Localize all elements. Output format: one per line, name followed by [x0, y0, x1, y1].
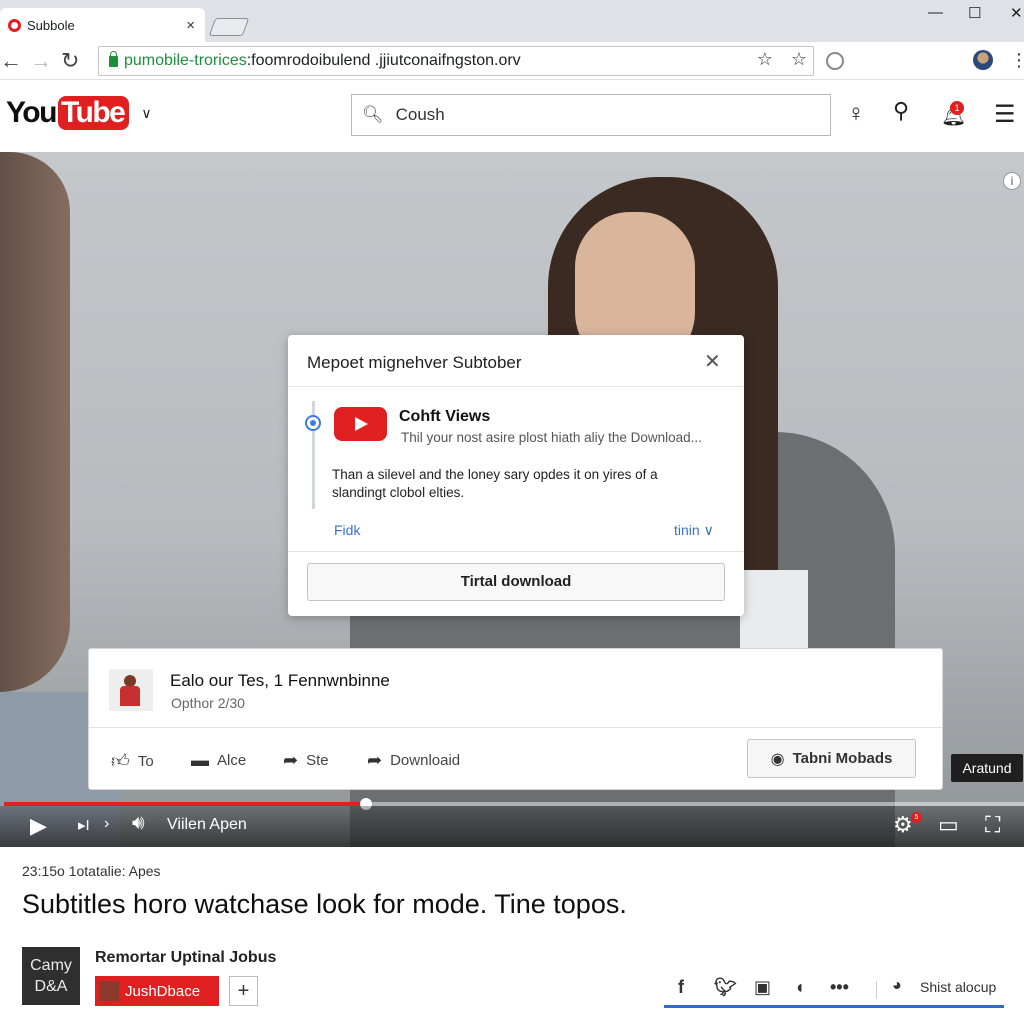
share-icon: ➦	[283, 750, 299, 770]
player-caption-text: Viilen Apen	[167, 816, 247, 833]
chevron-right-icon[interactable]: ›	[104, 815, 109, 833]
download-action[interactable]: ➦ Downloaid	[367, 750, 460, 771]
share-divider	[876, 981, 877, 999]
search-button-icon[interactable]: ⚲	[893, 98, 909, 124]
card-action-button[interactable]: ◉ Tabni Mobads	[747, 739, 916, 778]
tab-close-icon[interactable]: ×	[186, 17, 195, 34]
url-path: :foomrodoibulend .jjiutconaifngston.orv	[246, 52, 521, 69]
star-bookmark-icon[interactable]: ☆	[757, 49, 773, 70]
comment-icon: ▬	[191, 750, 209, 770]
download-icon: ➦	[367, 750, 383, 770]
dialog-body-text: Than a silevel and the loney sary opdes …	[332, 467, 658, 500]
share-text[interactable]: Shist alocup	[920, 979, 996, 995]
address-bar[interactable]: pumobile-trorices :foomrodoibulend .jjiu…	[98, 46, 814, 76]
card-subtitle: Opthor 2/30	[171, 695, 245, 711]
window-maximize-button[interactable]: ☐	[968, 4, 981, 22]
card-button-label: Tabni Mobads	[792, 750, 893, 767]
profile-avatar[interactable]	[973, 50, 993, 70]
twitter-icon[interactable]: 🐦︎	[714, 977, 737, 998]
channel-avatar-line1: Camy	[30, 957, 72, 974]
volume-icon[interactable]: 🔊︎	[132, 812, 145, 835]
dialog-link-right[interactable]: tinin ∨	[674, 522, 714, 539]
new-tab-button[interactable]	[208, 18, 250, 36]
dialog-heading: Cohft Views	[399, 408, 491, 425]
share-label: Ste	[306, 752, 329, 769]
video-meta: 23:15o 1otatalie: Apes	[22, 863, 161, 879]
next-icon[interactable]: ▸I	[78, 816, 90, 834]
player-controls-bar	[0, 806, 1024, 847]
comment-action[interactable]: ▬ Alce	[191, 750, 246, 771]
settings-badge: 5	[911, 812, 922, 823]
channel-name[interactable]: Remortar Uptinal Jobus	[95, 949, 276, 967]
channel-avatar[interactable]: Camy D&A	[22, 947, 80, 1005]
secure-lock-icon	[109, 50, 118, 67]
microphone-icon[interactable]: ♀	[847, 100, 865, 128]
facebook-icon[interactable]: f	[678, 977, 684, 998]
browser-menu-icon[interactable]: ⋮	[1010, 50, 1024, 71]
play-icon[interactable]: ▶	[30, 813, 47, 839]
search-input[interactable]	[395, 105, 796, 125]
subscribe-thumbnail	[99, 981, 119, 1001]
dialog-step-radio[interactable]	[305, 415, 321, 431]
reload-icon[interactable]: ↻	[61, 46, 79, 76]
like-action[interactable]: 👍︎ To	[111, 750, 154, 772]
info-icon[interactable]: i	[1003, 172, 1021, 190]
download-label: Downloaid	[390, 752, 461, 769]
bookmark-icon[interactable]: ◖	[794, 977, 805, 998]
thumbs-up-icon: 👍︎	[111, 751, 130, 771]
youtube-logo[interactable]: You Tube ∨	[6, 96, 152, 130]
location-pin-icon: ◉	[770, 750, 785, 768]
share-action[interactable]: ➦ Ste	[283, 750, 329, 771]
dialog-divider	[288, 386, 744, 387]
fullscreen-icon[interactable]: ⛶	[985, 812, 1000, 838]
like-label: To	[137, 752, 154, 770]
tab-title: Subbole	[27, 17, 75, 33]
video-title: Subtitles horo watchase look for mode. T…	[22, 889, 627, 919]
browser-tab-strip: Subbole × — ☐ ✕	[0, 0, 1024, 42]
download-dialog: Mepoet mignehver Subtober ✕ Cohft Views …	[288, 335, 744, 616]
window-close-button[interactable]: ✕	[1010, 4, 1023, 22]
download-button[interactable]: Tirtal download	[307, 563, 725, 601]
star-outline-icon[interactable]: ☆	[791, 49, 807, 70]
dialog-title: Mepoet mignehver Subtober	[307, 353, 522, 372]
forward-arrow-icon[interactable]: →	[30, 46, 52, 76]
logo-tube-text: Tube	[57, 96, 130, 130]
theater-mode-icon[interactable]: ▭	[938, 812, 959, 838]
notification-badge: 1	[950, 101, 964, 115]
clip-icon[interactable]: ◕	[892, 977, 902, 995]
extension-globe-icon[interactable]	[826, 52, 844, 70]
card-divider	[89, 727, 942, 728]
dialog-link-left[interactable]: Fidk	[334, 522, 360, 538]
subscribe-button[interactable]: JushDbace	[95, 976, 219, 1006]
subscribe-label: JushDbace	[125, 982, 201, 1000]
video-info-card: Ealo our Tes, 1 Fennwnbinne Opthor 2/30 …	[88, 648, 943, 790]
video-foreground-person	[0, 152, 70, 692]
url-secure-part: pumobile-trorices	[124, 52, 247, 69]
overlay-tag[interactable]: Aratund	[951, 754, 1023, 782]
close-icon[interactable]: ✕	[704, 349, 721, 374]
share-bar: f 🐦︎ ▣ ◖ ••• ◕ Shist alocup	[664, 976, 1004, 1008]
search-box[interactable]: 🔍︎	[351, 94, 831, 136]
dialog-divider-bottom	[288, 551, 744, 552]
chevron-down-icon[interactable]: ∨	[141, 105, 151, 122]
settings-gear-icon[interactable]: ⚙	[893, 812, 913, 838]
video-paper	[740, 570, 808, 652]
dialog-subheading: Thil your nost asire plost hiath aliy th…	[401, 430, 702, 445]
youtube-favicon-icon	[8, 18, 21, 32]
comment-label: Alce	[217, 752, 247, 769]
channel-avatar-line2: D&A	[34, 978, 68, 995]
logo-you-text: You	[6, 96, 57, 129]
more-options-icon[interactable]: •••	[830, 977, 849, 998]
search-icon: 🔍︎	[362, 105, 384, 124]
browser-toolbar: ← → ↻ pumobile-trorices :foomrodoibulend…	[0, 42, 1024, 80]
card-thumbnail[interactable]	[109, 669, 153, 711]
back-arrow-icon[interactable]: ←	[0, 46, 22, 76]
youtube-play-icon	[334, 407, 387, 441]
card-title: Ealo our Tes, 1 Fennwnbinne	[170, 671, 390, 690]
add-button[interactable]: +	[229, 976, 258, 1006]
youtube-icon[interactable]: ▣	[754, 977, 771, 998]
window-minimize-button[interactable]: —	[928, 4, 943, 21]
hamburger-menu-icon[interactable]: ☰	[994, 100, 1016, 129]
browser-tab[interactable]: Subbole ×	[0, 8, 205, 42]
